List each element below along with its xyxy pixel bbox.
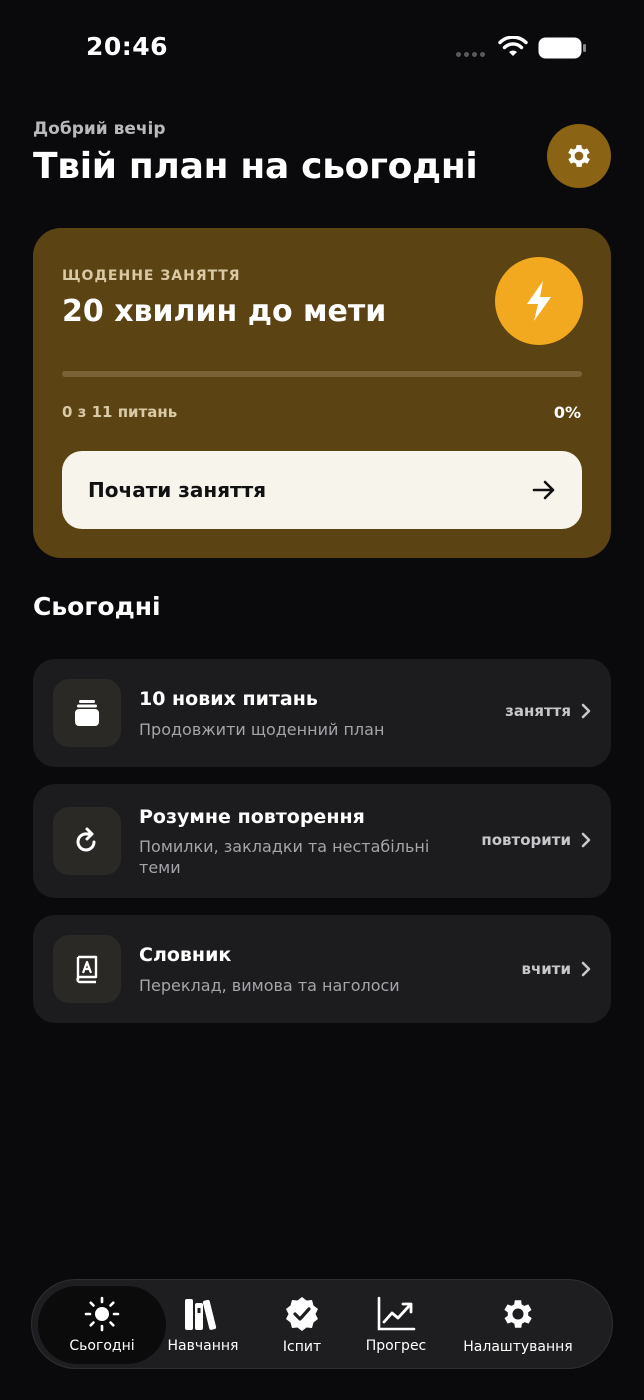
chevron-right-icon: [581, 703, 591, 719]
verified-badge-icon: [286, 1297, 318, 1331]
list-item-smart-review[interactable]: Розумне повторення Помилки, закладки та …: [33, 784, 611, 898]
books-icon: [185, 1299, 217, 1330]
gear-icon: [504, 1300, 532, 1328]
section-title-today: Сьогодні: [33, 592, 161, 621]
row-subtitle: Переклад, вимова та наголоси: [139, 976, 400, 995]
tab-learning[interactable]: Навчання: [162, 1286, 244, 1364]
list-item-dictionary[interactable]: Словник Переклад, вимова та наголоси вчи…: [33, 915, 611, 1023]
battery-icon: [538, 37, 586, 59]
status-bar: 20:46: [0, 0, 644, 96]
tab-label: Прогрес: [365, 1338, 427, 1354]
row-action-label: вчити: [521, 960, 571, 978]
status-time: 20:46: [86, 32, 169, 61]
tab-label: Навчання: [167, 1338, 239, 1354]
list-item-new-questions[interactable]: 10 нових питань Продовжити щоденний план…: [33, 659, 611, 767]
row-icon-container: [53, 935, 121, 1003]
row-subtitle: Помилки, закладки та нестабільні теми: [139, 837, 430, 877]
chevron-right-icon: [581, 961, 591, 977]
progress-count: 0 з 11 питань: [62, 403, 178, 421]
tab-settings[interactable]: Налаштування: [456, 1286, 580, 1364]
gear-icon: [568, 145, 590, 167]
row-action-label: заняття: [505, 702, 571, 720]
row-title: 10 нових питань: [139, 688, 318, 710]
row-title: Розумне повторення: [139, 806, 365, 828]
dictionary-icon: [76, 955, 98, 984]
bolt-badge: [495, 257, 583, 345]
settings-button[interactable]: [547, 124, 611, 188]
cards-stack-icon: [75, 700, 99, 726]
page-title: Твій план на сьогодні: [33, 146, 478, 187]
sun-icon: [84, 1296, 120, 1332]
row-action[interactable]: заняття: [505, 702, 591, 720]
tab-label: Налаштування: [463, 1339, 573, 1355]
wifi-icon: [498, 36, 528, 56]
tab-exam[interactable]: Іспит: [264, 1286, 340, 1364]
progress-bar: [62, 371, 582, 377]
chevron-right-icon: [581, 832, 591, 848]
start-lesson-button[interactable]: Почати заняття: [62, 451, 582, 529]
row-icon-container: [53, 807, 121, 875]
tab-bar: Сьогодні Навчання Іспит Прогрес Налаштув…: [31, 1279, 613, 1369]
daily-card-title: 20 хвилин до мети: [62, 294, 387, 329]
refresh-icon: [76, 827, 96, 852]
tab-label: Іспит: [282, 1339, 322, 1355]
cellular-signal-icon: [456, 52, 485, 57]
row-action[interactable]: повторити: [481, 831, 591, 849]
start-lesson-label: Почати заняття: [88, 478, 267, 502]
row-subtitle: Продовжити щоденний план: [139, 720, 385, 739]
greeting-text: Добрий вечір: [33, 119, 166, 139]
chart-icon: [377, 1296, 416, 1331]
tab-progress[interactable]: Прогрес: [356, 1286, 436, 1364]
row-icon-container: [53, 679, 121, 747]
row-action-label: повторити: [481, 831, 571, 849]
daily-lesson-card: ЩОДЕННЕ ЗАНЯТТЯ 20 хвилин до мети 0 з 11…: [33, 228, 611, 558]
progress-percent: 0%: [553, 403, 581, 422]
bolt-icon: [527, 281, 551, 321]
row-title: Словник: [139, 944, 232, 966]
arrow-right-icon: [532, 480, 555, 500]
daily-card-label: ЩОДЕННЕ ЗАНЯТТЯ: [62, 268, 241, 284]
tab-today[interactable]: Сьогодні: [38, 1286, 166, 1364]
row-action[interactable]: вчити: [521, 960, 591, 978]
tab-label: Сьогодні: [69, 1338, 135, 1354]
